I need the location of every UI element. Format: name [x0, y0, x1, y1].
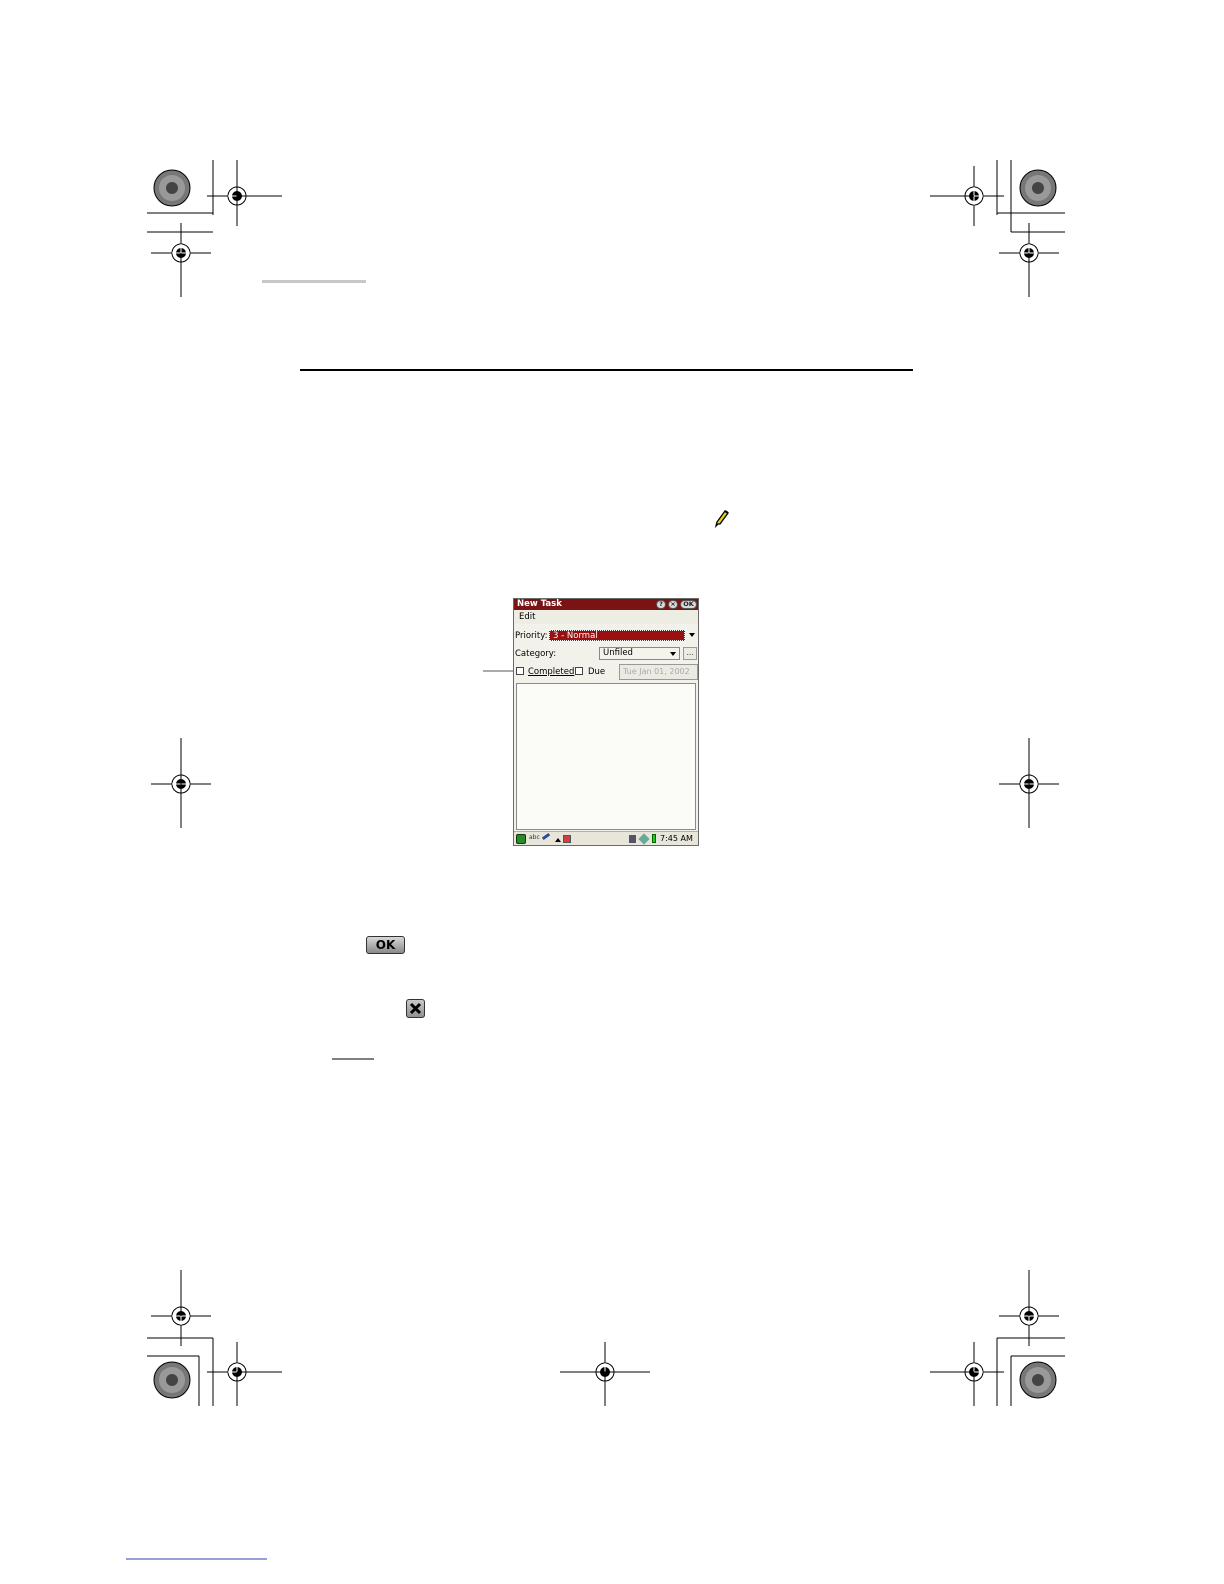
star-target-bottom-left	[153, 1361, 191, 1399]
category-more-button[interactable]: ...	[683, 647, 697, 660]
menu-edit[interactable]: Edit	[519, 612, 535, 623]
clock: 7:45 AM	[660, 834, 693, 843]
title-bar: New Task ? × OK	[514, 599, 698, 610]
chevron-down-icon	[670, 652, 676, 656]
category-select[interactable]: Unfiled	[599, 647, 680, 660]
help-icon[interactable]: ?	[656, 600, 666, 609]
priority-label: Priority:	[515, 631, 548, 641]
priority-value: 3 - Normal	[553, 631, 598, 641]
completed-label: Completed	[528, 667, 575, 677]
priority-row: Priority: 3 - Normal	[514, 630, 698, 642]
ok-button-icon: OK	[366, 936, 405, 954]
battery-icon	[652, 834, 656, 843]
pencil-icon	[712, 508, 732, 529]
category-row: Category: Unfiled ...	[514, 647, 698, 661]
chevron-up-icon[interactable]	[555, 838, 561, 842]
window-title: New Task	[517, 599, 562, 609]
taskbar: abc 7:45 AM	[514, 831, 698, 845]
notes-area[interactable]	[516, 683, 696, 830]
menu-bar: Edit	[514, 610, 698, 624]
due-date-select[interactable]: Tue Jan 01, 2002	[619, 664, 698, 680]
due-checkbox[interactable]	[575, 667, 583, 675]
ok-button[interactable]: OK	[680, 600, 697, 609]
close-icon	[406, 999, 425, 1018]
completed-checkbox[interactable]	[516, 667, 524, 675]
speaker-icon[interactable]	[629, 835, 636, 843]
category-label: Category:	[515, 649, 557, 659]
close-icon[interactable]: ×	[668, 600, 678, 609]
input-mode[interactable]: abc	[529, 834, 540, 841]
chevron-down-icon	[689, 633, 695, 637]
category-value: Unfiled	[603, 648, 633, 658]
header-accent-bar	[262, 280, 366, 283]
new-task-screen: New Task ? × OK Edit Priority: 3 - Norma…	[513, 598, 699, 846]
due-date-value: Tue Jan 01, 2002	[623, 667, 690, 676]
priority-select[interactable]: 3 - Normal	[549, 630, 685, 641]
sync-icon[interactable]	[638, 833, 650, 845]
app-icon[interactable]	[563, 835, 571, 843]
start-icon[interactable]	[516, 834, 526, 844]
chapter-rule	[300, 369, 913, 371]
star-target-top-left	[153, 169, 191, 207]
star-target-top-right	[1019, 169, 1057, 207]
priority-dropdown[interactable]	[686, 630, 698, 641]
status-row: Completed Due Tue Jan 01, 2002	[514, 664, 698, 680]
star-target-bottom-right	[1019, 1361, 1057, 1399]
due-label: Due	[588, 667, 606, 677]
pen-icon	[541, 832, 551, 841]
